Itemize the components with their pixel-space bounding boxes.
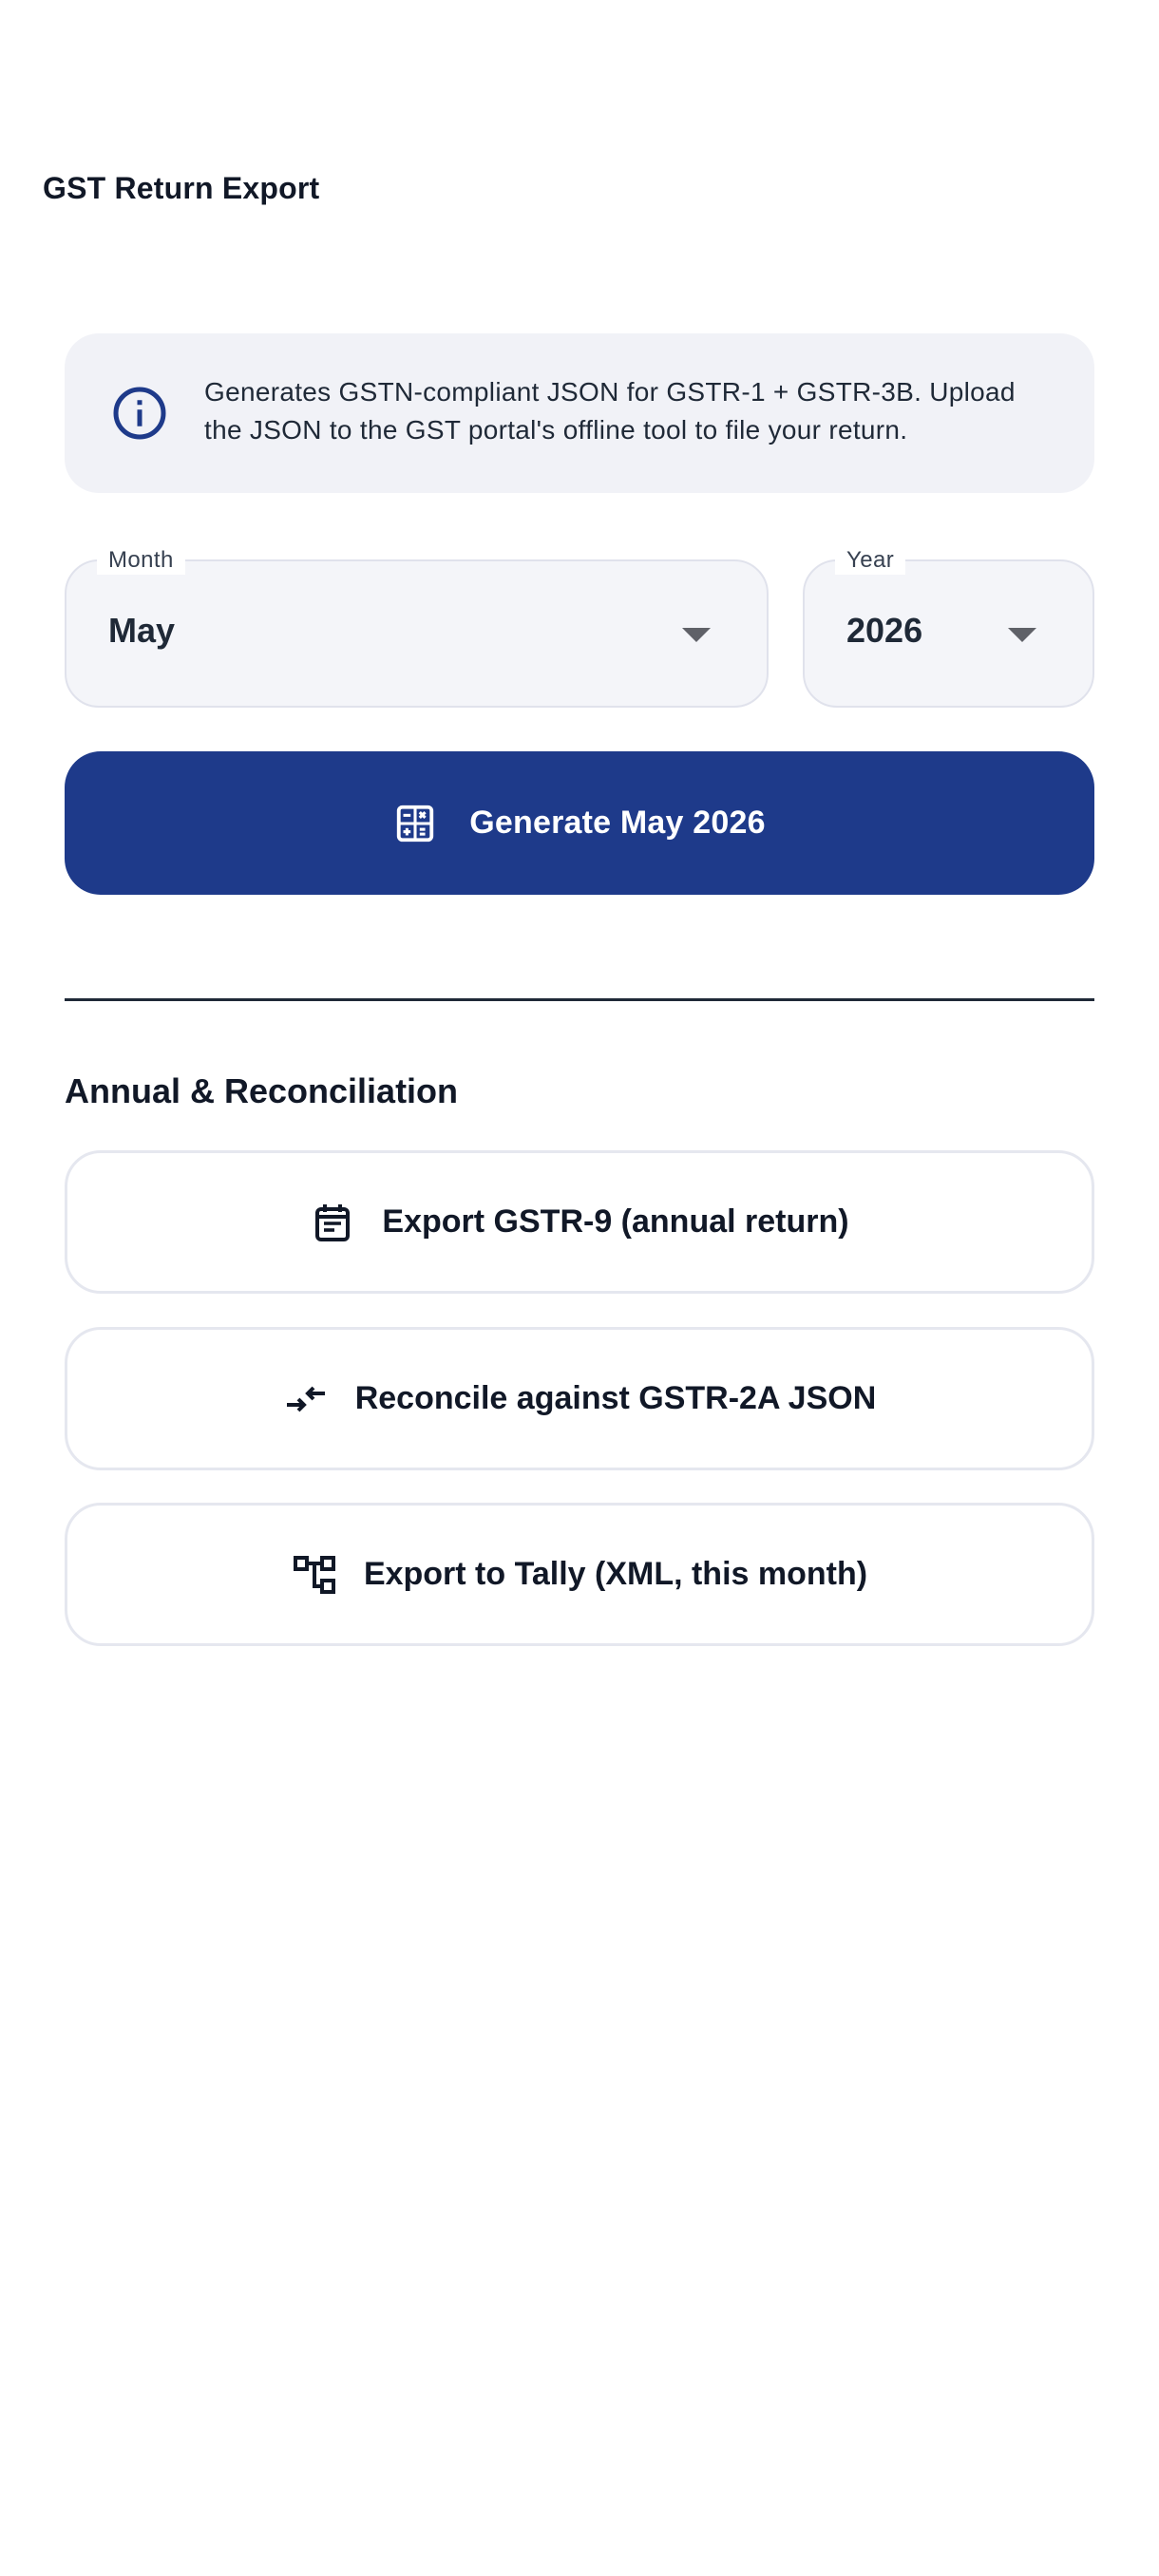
section-divider bbox=[65, 998, 1094, 1001]
page-title: GST Return Export bbox=[43, 171, 320, 205]
export-gstr9-label: Export GSTR-9 (annual return) bbox=[382, 1203, 849, 1240]
compare-arrows-icon bbox=[286, 1386, 325, 1411]
reconcile-gstr2a-label: Reconcile against GSTR-2A JSON bbox=[354, 1380, 877, 1416]
month-select-value: May bbox=[108, 611, 176, 650]
year-select-label: Year bbox=[835, 546, 906, 575]
account-tree-icon bbox=[293, 1555, 335, 1594]
year-select[interactable]: Year 2026 bbox=[803, 546, 1094, 708]
export-tally-button[interactable]: Export to Tally (XML, this month) bbox=[65, 1503, 1094, 1646]
dropdown-arrow-icon bbox=[1008, 628, 1036, 642]
calculator-icon bbox=[397, 805, 434, 842]
info-banner: Generates GSTN-compliant JSON for GSTR-1… bbox=[65, 333, 1094, 493]
info-icon bbox=[113, 387, 166, 440]
month-select[interactable]: Month May bbox=[65, 546, 769, 708]
dropdown-arrow-icon bbox=[682, 628, 711, 642]
year-select-value: 2026 bbox=[846, 611, 923, 650]
generate-button-label: Generate May 2026 bbox=[469, 805, 766, 841]
calendar-icon bbox=[315, 1203, 351, 1241]
reconcile-gstr2a-button[interactable]: Reconcile against GSTR-2A JSON bbox=[65, 1327, 1094, 1470]
section-heading: Annual & Reconciliation bbox=[65, 1071, 459, 1110]
export-gstr9-button[interactable]: Export GSTR-9 (annual return) bbox=[65, 1150, 1094, 1294]
month-select-label: Month bbox=[97, 546, 185, 575]
generate-button[interactable]: Generate May 2026 bbox=[65, 751, 1094, 895]
info-text: Generates GSTN-compliant JSON for GSTR-1… bbox=[204, 377, 1016, 445]
export-tally-label: Export to Tally (XML, this month) bbox=[363, 1556, 868, 1592]
